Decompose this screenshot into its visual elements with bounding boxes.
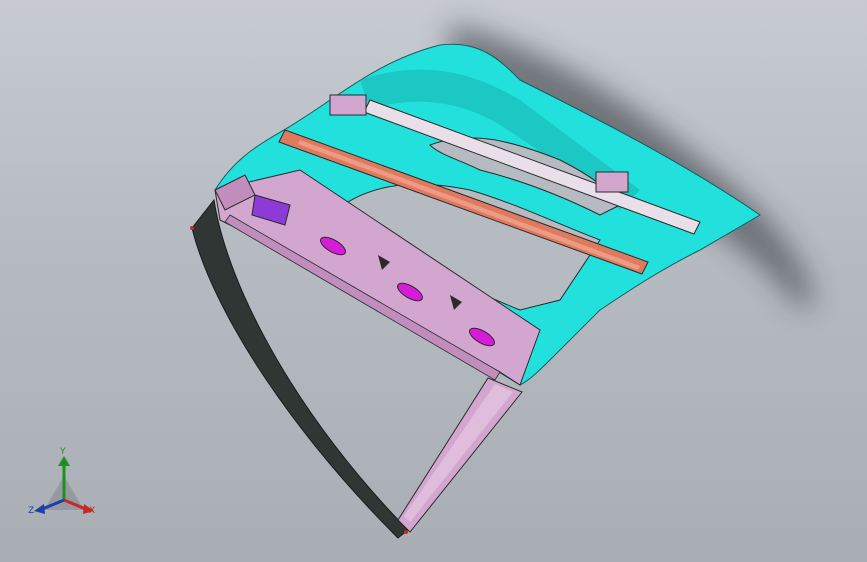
graphics-viewport[interactable]: Y X Z [0,0,867,562]
coordinate-triad: Y X Z [24,448,104,524]
frame-endpoint-bottom [404,530,408,534]
z-axis-label: Z [28,506,35,516]
frame-endpoint-top [190,226,194,230]
y-axis-arrow [58,456,70,466]
x-axis-label: X [89,506,96,516]
crossbar-bracket-left [329,94,367,116]
pillar-trim-highlight [404,384,513,522]
crossbar-bracket-right [595,171,629,193]
cad-model[interactable] [0,0,867,562]
y-axis-label: Y [60,447,66,457]
z-axis-arrow [34,504,45,514]
